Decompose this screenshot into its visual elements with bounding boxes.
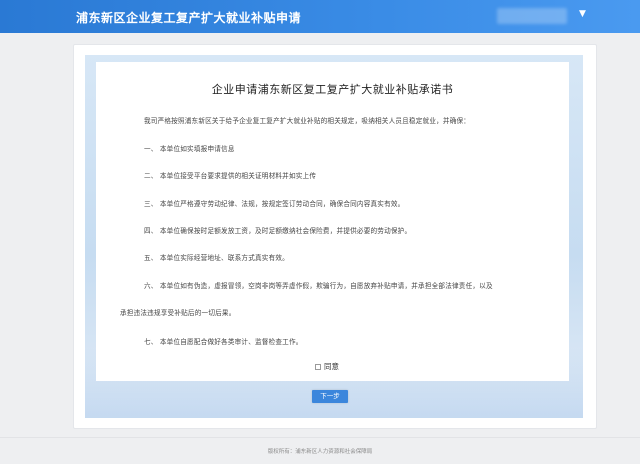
commitment-item-6-continued: 承担违法违规享受补贴后的一切后果。: [120, 309, 236, 317]
document-intro: 我司严格按照浦东新区关于给予企业复工复产扩大就业补贴的相关规定，吸纳相关人员且稳…: [144, 117, 471, 125]
commitment-item-5: 五、 本单位实际经营地址、联系方式真实有效。: [144, 254, 289, 262]
footer: 版权所有：浦东新区人力资源和社会保障局: [0, 437, 640, 464]
caret-down-icon[interactable]: ▼: [579, 9, 586, 19]
agree-checkbox[interactable]: [315, 363, 321, 370]
commitment-item-3: 三、 本单位严格遵守劳动纪律、法规，按规定签订劳动合同，确保合同内容真实有效。: [144, 200, 405, 208]
commitment-item-7: 七、 本单位自愿配合做好各类审计、监督检查工作。: [144, 338, 303, 346]
commitment-item-4: 四、 本单位确保按时足额发放工资，及时足额缴纳社会保险费，并提供必要的劳动保护。: [144, 227, 412, 235]
user-menu[interactable]: ▼: [497, 6, 595, 26]
app-title: 浦东新区企业复工复产扩大就业补贴申请: [76, 11, 302, 25]
agree-label[interactable]: 同意: [324, 361, 339, 372]
commitment-item-2: 二、 本单位接受平台要求提供的相关证明材料并如实上传: [144, 172, 317, 180]
commitment-item-6: 六、 本单位如有伪造，虚报冒领，空岗非岗等弄虚作假，欺骗行为，自愿放弃补贴申请，…: [144, 282, 493, 290]
copyright-text: 版权所有：浦东新区人力资源和社会保障局: [267, 449, 373, 455]
commitment-item-1: 一、 本单位如实填报申请信息: [144, 145, 235, 153]
user-name-redacted[interactable]: [497, 8, 567, 24]
agree-checkbox-group[interactable]: 同意: [315, 361, 339, 372]
top-bar: 浦东新区企业复工复产扩大就业补贴申请 ▼: [0, 0, 640, 33]
document-title: 企业申请浦东新区复工复产扩大就业补贴承诺书: [211, 83, 454, 96]
next-step-button[interactable]: 下一步: [312, 390, 348, 403]
commitment-document: 企业申请浦东新区复工复产扩大就业补贴承诺书 我司严格按照浦东新区关于给予企业复工…: [96, 62, 569, 381]
